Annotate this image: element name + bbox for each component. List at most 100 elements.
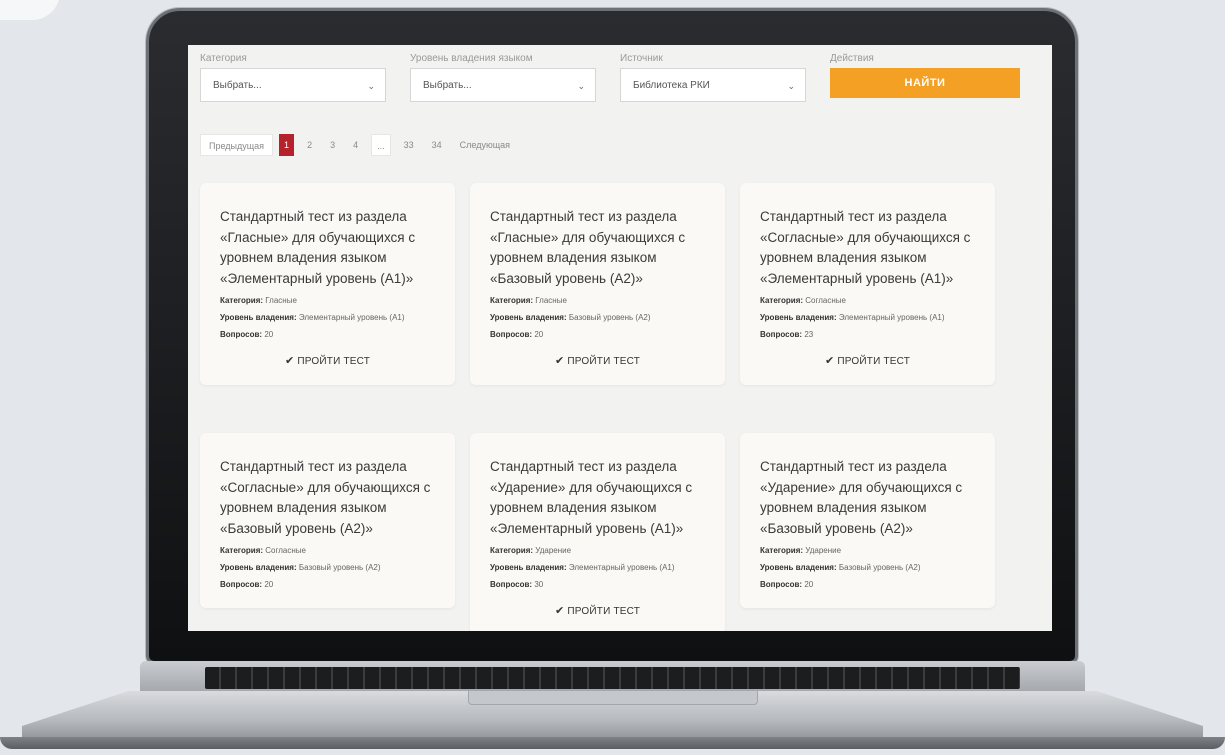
category-label: Категория: [490, 546, 534, 555]
category-value: Гласные [265, 296, 297, 305]
card-category: Категория: Гласные [220, 295, 435, 306]
filter-level-label: Уровень владения языком [410, 53, 533, 64]
card-questions: Вопросов: 20 [220, 579, 435, 590]
level-label: Уровень владения: [490, 313, 567, 322]
filter-bar: Категория Выбрать... ⌄ Уровень владения … [200, 53, 1040, 113]
level-label: Уровень владения: [760, 563, 837, 572]
card-category: Категория: Ударение [490, 545, 705, 556]
card-level: Уровень владения: Базовый уровень (А2) [760, 562, 975, 573]
laptop-base-edge [0, 737, 1225, 749]
chevron-down-icon: ⌄ [577, 81, 585, 91]
level-value: Элементарный уровень (А1) [568, 563, 675, 572]
level-select[interactable]: Выбрать... ⌄ [410, 68, 596, 102]
category-select[interactable]: Выбрать... ⌄ [200, 68, 386, 102]
card-level: Уровень владения: Элементарный уровень (… [490, 562, 705, 573]
questions-label: Вопросов: [760, 330, 803, 339]
pagination-prev[interactable]: Предыдущая [200, 134, 274, 156]
card-category: Категория: Согласные [760, 295, 975, 306]
pagination-next[interactable]: Следующая [455, 134, 515, 156]
card-title: Стандартный тест из раздела «Согласные» … [760, 209, 971, 286]
take-test-button[interactable]: ✔ ПРОЙТИ ТЕСТ [490, 354, 705, 367]
filter-category-label: Категория [200, 53, 247, 64]
questions-label: Вопросов: [490, 330, 533, 339]
find-button[interactable]: НАЙТИ [830, 68, 1020, 98]
laptop-trackpad [468, 691, 758, 705]
questions-value: 20 [534, 330, 544, 339]
card-title: Стандартный тест из раздела «Гласные» дл… [220, 209, 416, 286]
card-level: Уровень владения: Базовый уровень (А2) [490, 312, 705, 323]
card-questions: Вопросов: 20 [220, 329, 435, 340]
take-test-label: ПРОЙТИ ТЕСТ [567, 606, 641, 617]
test-card: Стандартный тест из раздела «Ударение» д… [470, 433, 725, 631]
take-test-button[interactable]: ✔ ПРОЙТИ ТЕСТ [220, 354, 435, 367]
checkmark-icon: ✔ [554, 355, 565, 367]
category-value: Ударение [535, 546, 572, 555]
test-card: Стандартный тест из раздела «Согласные» … [740, 183, 995, 385]
category-label: Категория: [760, 546, 804, 555]
card-level: Уровень владения: Элементарный уровень (… [760, 312, 975, 323]
background-corner-shape [0, 0, 60, 20]
take-test-label: ПРОЙТИ ТЕСТ [567, 356, 641, 367]
questions-value: 20 [264, 330, 274, 339]
take-test-button[interactable]: ✔ ПРОЙТИ ТЕСТ [760, 354, 975, 367]
level-label: Уровень владения: [490, 563, 567, 572]
test-card: Стандартный тест из раздела «Согласные» … [200, 433, 455, 608]
category-label: Категория: [490, 296, 534, 305]
questions-value: 30 [534, 580, 544, 589]
card-category: Категория: Гласные [490, 295, 705, 306]
category-value: Согласные [265, 546, 306, 555]
checkmark-icon: ✔ [824, 355, 835, 367]
pagination-page-2[interactable]: 2 [302, 134, 317, 156]
level-label: Уровень владения: [220, 563, 297, 572]
test-card: Стандартный тест из раздела «Гласные» дл… [470, 183, 725, 385]
test-card: Стандартный тест из раздела «Гласные» дл… [200, 183, 455, 385]
take-test-label: ПРОЙТИ ТЕСТ [297, 356, 371, 367]
pagination-page-1[interactable]: 1 [279, 134, 295, 156]
web-page: Категория Выбрать... ⌄ Уровень владения … [188, 45, 1052, 631]
level-value: Элементарный уровень (А1) [298, 313, 405, 322]
category-value: Ударение [805, 546, 842, 555]
questions-value: 20 [264, 580, 274, 589]
level-value: Элементарный уровень (А1) [838, 313, 945, 322]
level-value: Базовый уровень (А2) [838, 563, 921, 572]
level-select-value: Выбрать... [423, 80, 472, 91]
card-title: Стандартный тест из раздела «Ударение» д… [490, 459, 693, 536]
card-title: Стандартный тест из раздела «Ударение» д… [760, 459, 963, 536]
take-test-button[interactable]: ✔ ПРОЙТИ ТЕСТ [490, 604, 705, 617]
pagination-page-34[interactable]: 34 [427, 134, 447, 156]
questions-label: Вопросов: [490, 580, 533, 589]
category-select-value: Выбрать... [213, 80, 262, 91]
pagination-page-3[interactable]: 3 [325, 134, 340, 156]
category-value: Гласные [535, 296, 567, 305]
card-category: Категория: Согласные [220, 545, 435, 556]
category-label: Категория: [220, 546, 264, 555]
checkmark-icon: ✔ [284, 355, 295, 367]
card-questions: Вопросов: 30 [490, 579, 705, 590]
card-questions: Вопросов: 20 [760, 579, 975, 590]
laptop-screen: Категория Выбрать... ⌄ Уровень владения … [188, 45, 1052, 631]
card-category: Категория: Ударение [760, 545, 975, 556]
test-card: Стандартный тест из раздела «Ударение» д… [740, 433, 995, 608]
actions-label: Действия [830, 53, 874, 64]
pagination-page-4[interactable]: 4 [348, 134, 363, 156]
category-label: Категория: [760, 296, 804, 305]
category-value: Согласные [805, 296, 846, 305]
filter-category: Категория Выбрать... ⌄ [200, 53, 386, 102]
level-value: Базовый уровень (А2) [568, 313, 651, 322]
level-label: Уровень владения: [220, 313, 297, 322]
questions-value: 23 [804, 330, 814, 339]
questions-value: 20 [804, 580, 814, 589]
card-questions: Вопросов: 23 [760, 329, 975, 340]
filter-source-label: Источник [620, 53, 663, 64]
pagination-page-33[interactable]: 33 [399, 134, 419, 156]
category-label: Категория: [220, 296, 264, 305]
pagination-ellipsis: ... [371, 134, 391, 156]
chevron-down-icon: ⌄ [787, 81, 795, 91]
level-value: Базовый уровень (А2) [298, 563, 381, 572]
card-questions: Вопросов: 20 [490, 329, 705, 340]
checkmark-icon: ✔ [554, 605, 565, 617]
source-select-value: Библиотека РКИ [633, 80, 710, 91]
card-level: Уровень владения: Элементарный уровень (… [220, 312, 435, 323]
filter-actions: Действия НАЙТИ [830, 53, 1020, 98]
source-select[interactable]: Библиотека РКИ ⌄ [620, 68, 806, 102]
